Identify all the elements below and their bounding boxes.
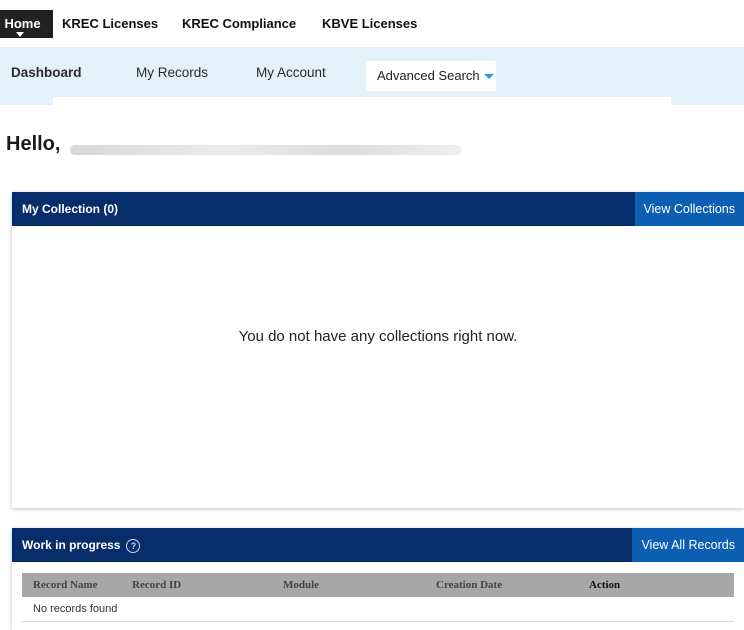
col-record-id[interactable]: Record ID [121,573,272,597]
greeting: Hello, [6,133,61,155]
nav-home-label: Home [4,16,41,31]
view-all-records-button[interactable]: View All Records [632,528,744,562]
wip-panel-header: Work in progress? View All Records [12,528,744,562]
chevron-down-icon [483,74,494,80]
tab-dashboard[interactable]: Dashboard [11,65,82,80]
col-action: Action [578,573,734,597]
table-header-row: Record Name Record ID Module Creation Da… [22,573,734,597]
wip-title: Work in progress [22,538,121,552]
wip-panel: Work in progress? View All Records Recor… [12,528,744,630]
redacted-username [70,145,462,155]
col-creation-date[interactable]: Creation Date [425,573,578,597]
collection-panel-header: My Collection (0) View Collections [12,192,744,226]
tab-my-records[interactable]: My Records [136,65,208,80]
collection-title: My Collection (0) [22,202,119,216]
nav-home[interactable]: Home [0,10,53,38]
view-collections-button[interactable]: View Collections [634,192,744,226]
collection-panel: My Collection (0) View Collections You d… [12,192,744,508]
nav-krec-licenses[interactable]: KREC Licenses [62,13,158,35]
advanced-search-button[interactable]: Advanced Search [366,61,496,91]
sub-nav: Dashboard My Records My Account Advanced… [0,47,744,105]
caret-down-icon [16,32,24,37]
records-table: Record Name Record ID Module Creation Da… [22,573,734,622]
help-icon[interactable]: ? [126,538,141,553]
col-record-name[interactable]: Record Name [22,573,121,597]
table-row: No records found [22,597,734,622]
dropdown-menu-edge [53,97,671,105]
tab-my-account[interactable]: My Account [256,65,326,80]
top-nav: Home KREC Licenses KREC Compliance KBVE … [0,0,744,46]
no-records-message: No records found [22,597,734,622]
advanced-search-label: Advanced Search [377,68,480,83]
wip-title-wrap: Work in progress? [22,538,141,553]
collection-empty-message: You do not have any collections right no… [238,328,518,345]
col-module[interactable]: Module [272,573,425,597]
nav-krec-compliance[interactable]: KREC Compliance [182,13,296,35]
nav-kbve-licenses[interactable]: KBVE Licenses [322,13,417,35]
